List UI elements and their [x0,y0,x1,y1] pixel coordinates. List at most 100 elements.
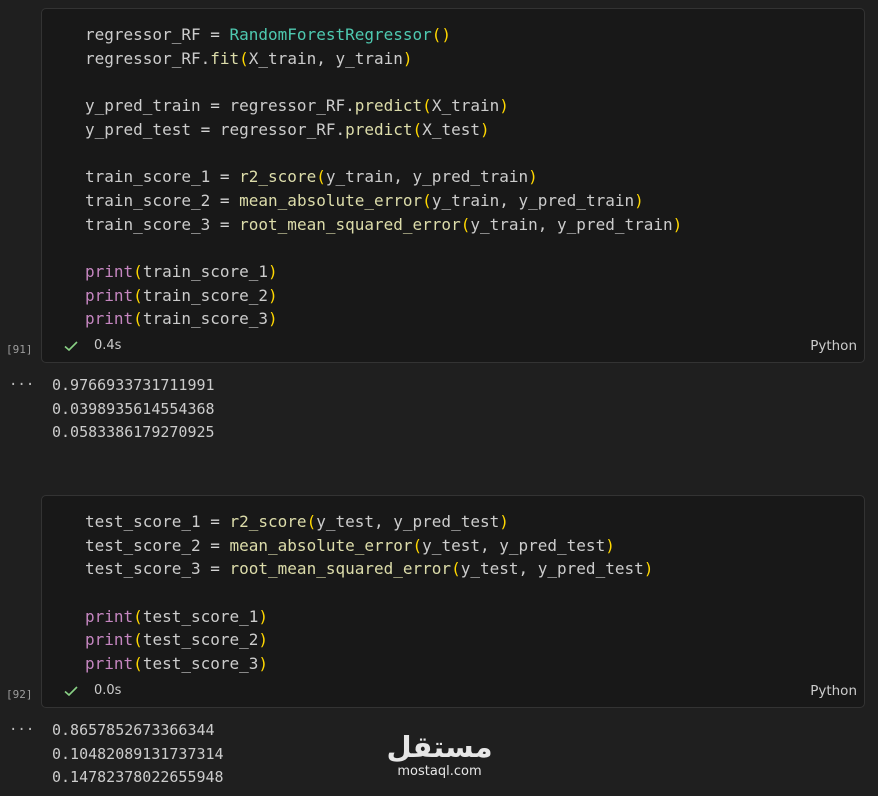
code-token: X_train, y_train [248,48,403,68]
language-selector[interactable]: Python [810,338,857,354]
output-actions-icon[interactable]: ... [9,373,34,389]
code-token: X_train [431,96,500,116]
code-function: root_mean_squared_error [239,214,461,234]
code-line: test_score_3 = root_mean_squared_error(y… [85,557,653,581]
code-function: r2_score [229,512,307,531]
code-line: print(test_score_1) [85,605,653,629]
check-icon [64,341,78,352]
code-token: train_score_2 [142,285,269,305]
code-bracket: ( [306,512,317,531]
language-selector[interactable]: Python [810,683,857,699]
code-bracket: ( [133,606,143,626]
code-cell-2[interactable]: test_score_1 = r2_score(y_test, y_pred_t… [41,495,865,708]
code-function: mean_absolute_error [229,535,413,555]
code-line: train_score_3 = root_mean_squared_error(… [85,213,682,237]
code-builtin: print [85,606,134,626]
code-editor[interactable]: test_score_1 = r2_score(y_test, y_pred_t… [85,510,653,676]
code-operator: = [200,535,230,555]
code-function: predict [354,96,423,116]
code-builtin: print [85,285,134,305]
code-bracket: ( [422,96,432,116]
code-bracket: ) [499,512,509,531]
code-bracket: ( [412,535,423,555]
code-bracket: ( [133,309,143,329]
code-function: predict [345,119,413,139]
cell-status-bar: 0.0s Python [42,679,864,707]
code-bracket: ) [268,261,278,281]
execution-count: [92] [6,688,33,701]
cell-output: 0.9766933731711991 0.0398935614554368 0.… [52,374,215,445]
code-operator: = [190,119,220,139]
code-bracket: ( [239,48,249,68]
code-editor[interactable]: regressor_RF = RandomForestRegressor() re… [85,23,682,331]
code-token: train_score_2 [85,190,211,210]
code-operator: = [210,167,240,187]
output-line: 0.8657852673366344 [52,721,215,739]
code-line: print(test_score_2) [85,628,653,652]
code-line: test_score_2 = mean_absolute_error(y_tes… [85,534,653,558]
code-token: test_score_1 [142,606,259,626]
code-bracket: ) [528,167,538,187]
output-line: 0.9766933731711991 [52,376,215,394]
code-bracket: ) [258,606,269,626]
code-line: print(test_score_3) [85,652,653,676]
code-line: regressor_RF.fit(X_train, y_train) [85,47,682,71]
execution-time: 0.4s [94,338,122,353]
code-operator: = [200,512,230,531]
code-function: mean_absolute_error [239,190,423,210]
code-operator: = [210,190,240,210]
code-cell-1[interactable]: regressor_RF = RandomForestRegressor() re… [41,8,865,363]
code-bracket: ( [133,261,143,281]
code-line: train_score_2 = mean_absolute_error(y_tr… [85,189,682,213]
code-token: test_score_3 [142,654,259,674]
code-bracket: ) [258,654,269,674]
code-bracket: ( [422,190,432,210]
cell-output: 0.8657852673366344 0.10482089131737314 0… [52,719,224,790]
code-bracket: ) [258,630,269,650]
code-function: root_mean_squared_error [229,559,452,579]
execution-count: [91] [6,343,33,356]
code-bracket: ) [643,559,654,579]
code-token: y_train, y_pred_train [325,167,529,187]
code-token: regressor_RF [85,25,201,44]
code-token: test_score_3 [85,559,201,579]
code-token: regressor_RF. [229,96,355,116]
execution-time: 0.0s [94,683,122,698]
code-line: print(train_score_2) [85,284,682,308]
code-bracket: ) [268,309,278,329]
code-bracket: ( [133,630,143,650]
code-bracket: ) [268,285,278,305]
cell-status-bar: 0.4s Python [42,334,864,362]
code-token: train_score_1 [142,261,269,281]
output-line: 0.14782378022655948 [52,768,224,787]
code-token: y_pred_test [85,119,191,139]
check-icon [64,686,78,697]
code-token: X_test [422,119,480,139]
code-line: print(train_score_1) [85,260,682,284]
code-bracket: ( [460,214,471,234]
code-token: y_pred_train [85,96,201,116]
code-token: y_test, y_pred_test [460,559,644,579]
code-token: regressor_RF. [85,48,211,68]
code-operator: = [200,559,230,579]
code-builtin: print [85,261,134,281]
code-bracket: ) [672,214,683,234]
watermark-url: mostaql.com [397,764,482,779]
code-bracket: ) [605,535,615,555]
code-bracket: ) [402,48,413,68]
output-actions-icon[interactable]: ... [9,718,34,734]
code-token: test_score_2 [85,535,201,555]
code-line: train_score_1 = r2_score(y_train, y_pred… [85,165,682,189]
code-line: print(train_score_3) [85,307,682,331]
output-line: 0.0398935614554368 [52,399,215,418]
code-bracket: () [431,25,452,44]
code-token: y_train, y_pred_train [431,190,635,210]
code-bracket: ) [479,119,490,139]
mostaql-watermark: مستقل mostaql.com [382,730,497,782]
code-token: train_score_1 [85,167,211,187]
code-bracket: ) [499,96,509,116]
